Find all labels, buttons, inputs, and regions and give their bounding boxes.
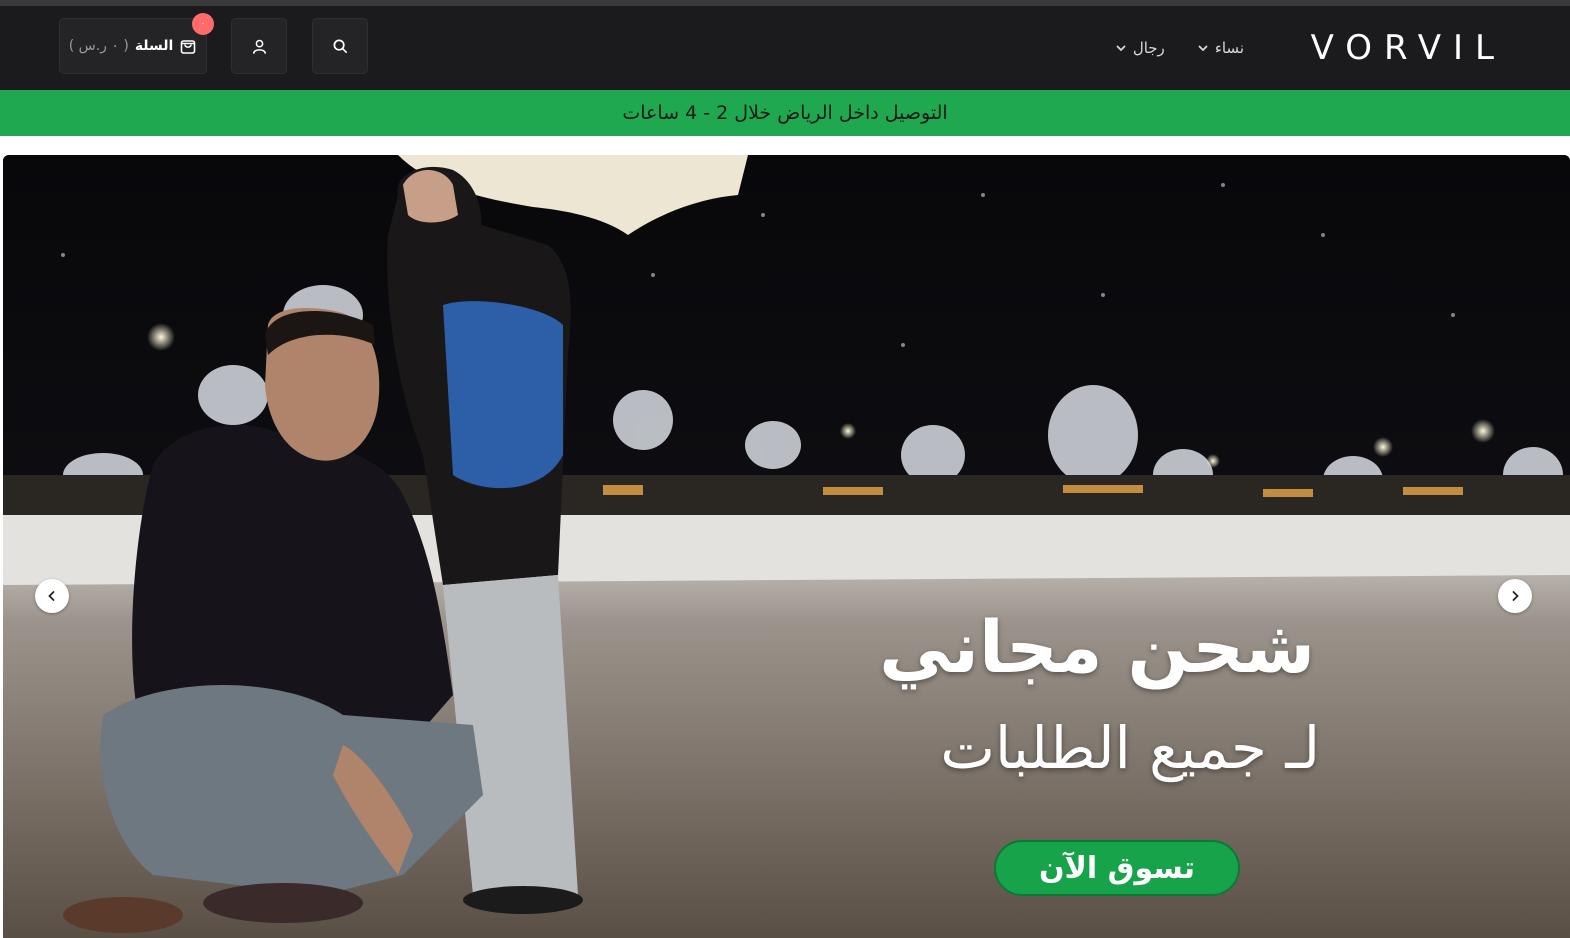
- delivery-announcement-bar: التوصيل داخل الرياض خلال 2 - 4 ساعات: [0, 90, 1570, 136]
- search-icon: [333, 39, 347, 53]
- search-button[interactable]: [312, 18, 368, 74]
- site-header: VORVIL رجال نساء السلة ( ٠ ر.س ) ٠: [0, 6, 1570, 90]
- slider-next-button[interactable]: [1498, 579, 1532, 613]
- user-icon: [252, 39, 266, 54]
- nav-item-women[interactable]: نساء: [1197, 38, 1244, 58]
- nav-item-men[interactable]: رجال: [1115, 38, 1165, 58]
- cart-count-badge: ٠: [192, 13, 214, 35]
- hero-subline: لـ جميع الطلبات: [940, 714, 1320, 782]
- main-nav: رجال نساء: [1115, 38, 1244, 58]
- hero-slider: شحن مجاني لـ جميع الطلبات تسوق الآن: [3, 155, 1570, 938]
- hero-headline: شحن مجاني: [879, 605, 1315, 689]
- announcement-text: التوصيل داخل الرياض خلال 2 - 4 ساعات: [622, 102, 948, 124]
- chevron-left-icon: [48, 591, 55, 601]
- cart-total: ( ٠ ر.س ): [68, 38, 129, 54]
- chevron-right-icon: [1512, 591, 1519, 601]
- hero-image: [3, 155, 1570, 938]
- chevron-down-icon: [1198, 45, 1208, 52]
- nav-item-label: رجال: [1132, 39, 1165, 57]
- cart-button[interactable]: السلة ( ٠ ر.س ) ٠: [59, 13, 214, 74]
- brand-logo[interactable]: VORVIL: [1311, 28, 1506, 68]
- cart-label: السلة: [134, 38, 174, 54]
- shopping-bag-icon: [181, 40, 196, 54]
- slider-prev-button[interactable]: [35, 579, 69, 613]
- shop-now-button[interactable]: تسوق الآن: [994, 840, 1240, 896]
- chevron-down-icon: [1116, 45, 1126, 52]
- nav-item-label: نساء: [1214, 39, 1244, 57]
- account-button[interactable]: [231, 18, 287, 74]
